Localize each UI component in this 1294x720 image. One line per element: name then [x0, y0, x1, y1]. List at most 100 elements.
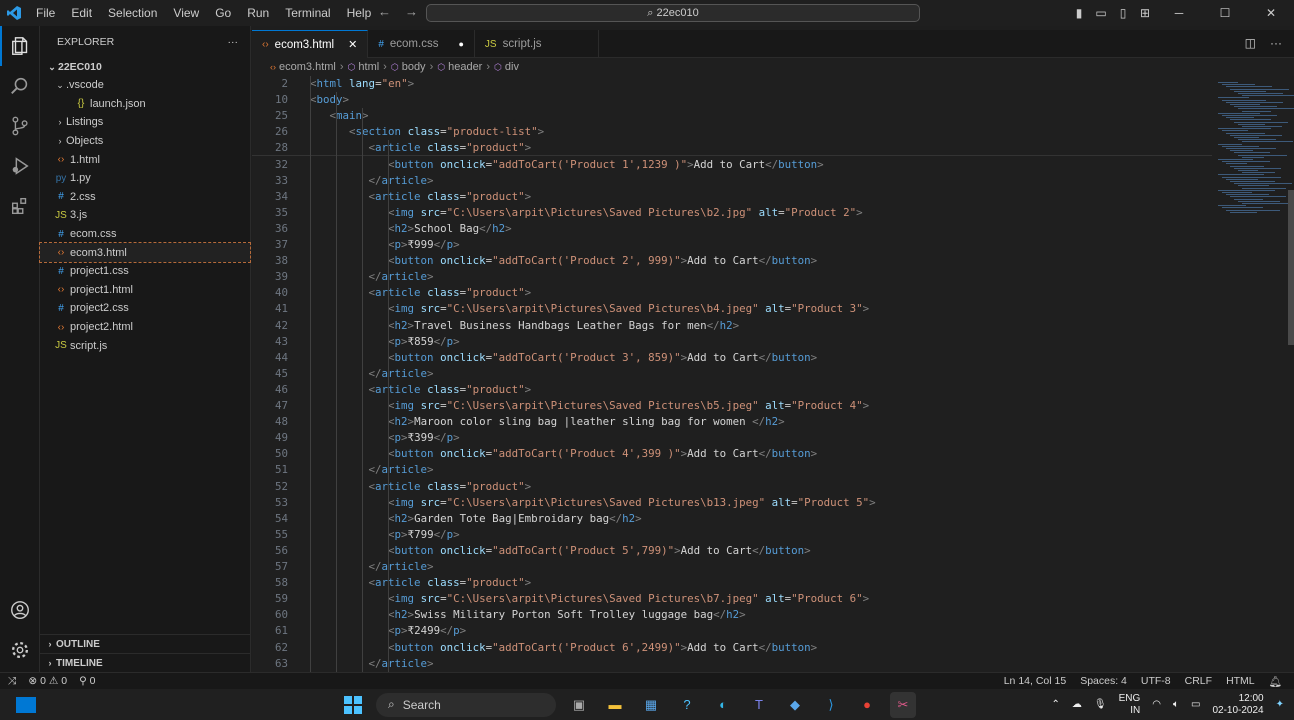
workspace-root[interactable]: ⌄ 22EC010	[40, 58, 250, 76]
language-indicator[interactable]: ENG IN	[1119, 693, 1141, 717]
code-line[interactable]: 46 <article class="product">	[252, 382, 1212, 398]
remote-icon[interactable]: ⤨	[8, 675, 16, 688]
menu-item-terminal[interactable]: Terminal	[277, 0, 338, 26]
toggle-sidebar-icon[interactable]: ▮	[1068, 6, 1090, 20]
code-line[interactable]: 60 <h2>Swiss Military Porton Soft Trolle…	[252, 607, 1212, 623]
code-line[interactable]: 41 <img src="C:\Users\arpit\Pictures\Sav…	[252, 301, 1212, 317]
code-line[interactable]: 51 </article>	[252, 462, 1212, 478]
more-actions-icon[interactable]: ···	[1270, 36, 1282, 50]
indentation[interactable]: Spaces: 4	[1080, 675, 1127, 687]
settings-gear-icon[interactable]	[0, 630, 40, 670]
snipping-tool-icon[interactable]: ✂	[890, 691, 916, 718]
store-icon[interactable]: ▦	[638, 692, 664, 718]
cloud-icon[interactable]: ☁	[1072, 699, 1082, 710]
menu-item-edit[interactable]: Edit	[63, 0, 100, 26]
code-line[interactable]: 33 </article>	[252, 173, 1212, 189]
breadcrumb-item[interactable]: ecom3.html	[279, 61, 336, 73]
code-line[interactable]: 38 <button onclick="addToCart('Product 2…	[252, 253, 1212, 269]
minimize-button[interactable]: ─	[1156, 6, 1202, 20]
forward-arrow-icon[interactable]: →	[405, 4, 418, 19]
source-control-icon[interactable]	[0, 106, 40, 146]
ports-indicator[interactable]: ⚲ 0	[79, 675, 95, 687]
breadcrumb-item[interactable]: header	[448, 61, 482, 73]
code-line[interactable]: 59 <img src="C:\Users\arpit\Pictures\Sav…	[252, 591, 1212, 607]
menu-item-run[interactable]: Run	[239, 0, 277, 26]
edge-browser-icon[interactable]: ◐	[710, 692, 736, 718]
language-mode[interactable]: HTML	[1226, 675, 1255, 687]
file-tree-item[interactable]: ⌄ .vscode	[40, 76, 250, 95]
file-tree-item[interactable]: › Objects	[40, 132, 250, 151]
show-hidden-icons-icon[interactable]: ⌃	[1052, 699, 1060, 710]
close-tab-icon[interactable]: ✕	[348, 38, 357, 51]
timeline-section[interactable]: › TIMELINE	[40, 653, 251, 672]
code-line[interactable]: 62 <button onclick="addToCart('Product 6…	[252, 640, 1212, 656]
code-line[interactable]: 44 <button onclick="addToCart('Product 3…	[252, 350, 1212, 366]
menu-item-help[interactable]: Help	[339, 0, 380, 26]
end-of-line[interactable]: CRLF	[1185, 675, 1212, 687]
wifi-icon[interactable]: ◠	[1152, 699, 1161, 710]
breadcrumb-item[interactable]: div	[505, 61, 519, 73]
copilot-icon[interactable]: ✦	[1276, 699, 1284, 710]
code-line[interactable]: 54 <h2>Garden Tote Bag|Embroidary bag</h…	[252, 511, 1212, 527]
code-line[interactable]: 39 </article>	[252, 269, 1212, 285]
teams-icon[interactable]: T	[746, 692, 772, 718]
code-line[interactable]: 32 <button onclick="addToCart('Product 1…	[252, 157, 1212, 173]
encoding[interactable]: UTF-8	[1141, 675, 1171, 687]
file-tree-item[interactable]: › Listings	[40, 113, 250, 132]
file-tree-item[interactable]: # project2.css	[40, 299, 250, 318]
code-line[interactable]: 36 <h2>School Bag</h2>	[252, 221, 1212, 237]
code-line[interactable]: 42 <h2>Travel Business Handbags Leather …	[252, 318, 1212, 334]
code-line[interactable]: 48 <h2>Maroon color sling bag |leather s…	[252, 414, 1212, 430]
customize-layout-icon[interactable]: ⊞	[1134, 6, 1156, 20]
minimap[interactable]	[1212, 76, 1294, 672]
code-line[interactable]: 37 <p>₹999</p>	[252, 237, 1212, 253]
code-line[interactable]: 25 <main>	[252, 108, 1212, 124]
code-editor[interactable]: 2 <html lang="en"> 10 <body> 25 <main> 26 <se…	[252, 76, 1212, 672]
file-tree-item[interactable]: {} launch.json	[40, 95, 250, 114]
code-line[interactable]: 40 <article class="product">	[252, 285, 1212, 301]
menu-item-go[interactable]: Go	[207, 0, 239, 26]
code-line[interactable]: 56 <button onclick="addToCart('Product 5…	[252, 543, 1212, 559]
split-editor-icon[interactable]: ◫	[1245, 36, 1256, 50]
widgets-icon[interactable]	[16, 697, 36, 713]
windows-start-icon[interactable]	[340, 692, 366, 718]
search-icon[interactable]	[0, 66, 40, 106]
breadcrumb-item[interactable]: html	[358, 61, 379, 73]
clock[interactable]: 12:00 02-10-2024	[1212, 693, 1263, 717]
file-tree-item[interactable]: # ecom.css	[40, 225, 250, 244]
code-line[interactable]: 57 </article>	[252, 559, 1212, 575]
taskbar-search[interactable]: ⌕ Search	[376, 692, 556, 717]
account-icon[interactable]	[0, 590, 40, 630]
explorer-icon[interactable]	[0, 26, 40, 66]
code-line[interactable]: 10 <body>	[252, 92, 1212, 108]
file-tree-item[interactable]: JS 3.js	[40, 206, 250, 225]
unsaved-dot-icon[interactable]: ●	[458, 39, 463, 49]
mysql-workbench-icon[interactable]: ◆	[782, 692, 808, 718]
file-tree-item[interactable]: ‹› project1.html	[40, 281, 250, 300]
toggle-panel-icon[interactable]: ▭	[1090, 6, 1112, 20]
toggle-secondary-sidebar-icon[interactable]: ▯	[1112, 6, 1134, 20]
file-tree-item[interactable]: ‹› 1.html	[40, 150, 250, 169]
code-line[interactable]: 47 <img src="C:\Users\arpit\Pictures\Sav…	[252, 398, 1212, 414]
volume-icon[interactable]: 🔈︎	[1173, 699, 1179, 710]
code-line[interactable]: 52 <article class="product">	[252, 479, 1212, 495]
code-line[interactable]: 49 <p>₹399</p>	[252, 430, 1212, 446]
file-tree-item[interactable]: # project1.css	[40, 262, 250, 281]
file-explorer-icon[interactable]: ▬	[602, 692, 628, 718]
close-window-button[interactable]: ✕	[1248, 6, 1294, 20]
file-tree-item[interactable]: JS script.js	[40, 336, 250, 355]
breadcrumb-item[interactable]: body	[402, 61, 426, 73]
menu-item-file[interactable]: File	[28, 0, 63, 26]
file-tree-item[interactable]: ‹› project2.html	[40, 318, 250, 337]
code-line[interactable]: 26 <section class="product-list">	[252, 124, 1212, 140]
maximize-button[interactable]: ☐	[1202, 6, 1248, 20]
code-line[interactable]: 61 <p>₹2499</p>	[252, 623, 1212, 639]
code-line[interactable]: 50 <button onclick="addToCart('Product 4…	[252, 446, 1212, 462]
help-app-icon[interactable]: ?	[674, 692, 700, 718]
extensions-icon[interactable]	[0, 186, 40, 226]
problems-indicator[interactable]: ⊗ 0 ⚠ 0	[28, 675, 67, 687]
code-line[interactable]: 43 <p>₹859</p>	[252, 334, 1212, 350]
code-line[interactable]: 55 <p>₹799</p>	[252, 527, 1212, 543]
menu-item-view[interactable]: View	[165, 0, 207, 26]
tab-ecom3-html[interactable]: ‹› ecom3.html ✕	[252, 30, 369, 58]
